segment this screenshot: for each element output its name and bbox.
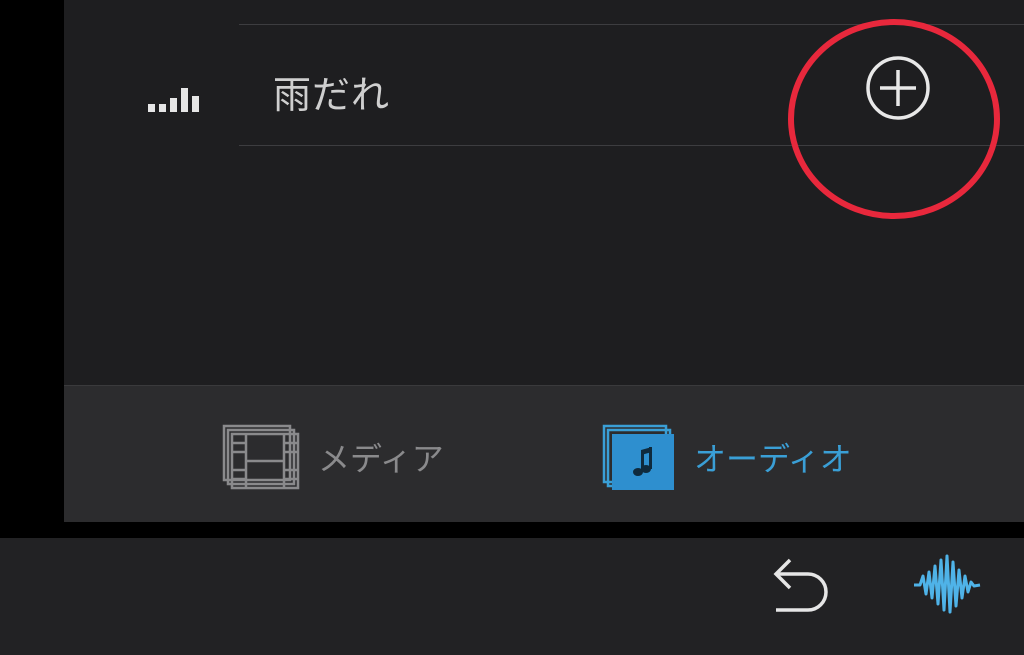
film-stack-icon	[222, 424, 300, 490]
signal-bars-icon	[148, 88, 199, 112]
music-note-icon	[602, 424, 674, 490]
waveform-icon[interactable]	[912, 552, 982, 618]
tab-audio-label: オーディオ	[694, 440, 852, 478]
track-title[interactable]: 雨だれ	[273, 64, 390, 119]
row-divider-top	[239, 24, 1024, 25]
undo-icon[interactable]	[768, 556, 832, 616]
app-screen: 雨だれ メディア オーディオ	[0, 0, 1024, 655]
add-circle-icon[interactable]	[864, 54, 932, 122]
bottom-toolbar	[0, 538, 1024, 655]
tab-media-label: メディア	[318, 440, 444, 478]
tab-media[interactable]: メディア	[222, 422, 444, 492]
tab-audio[interactable]: オーディオ	[602, 422, 852, 492]
source-tabbar: メディア オーディオ	[64, 385, 1024, 522]
row-divider-bottom	[239, 145, 1024, 146]
